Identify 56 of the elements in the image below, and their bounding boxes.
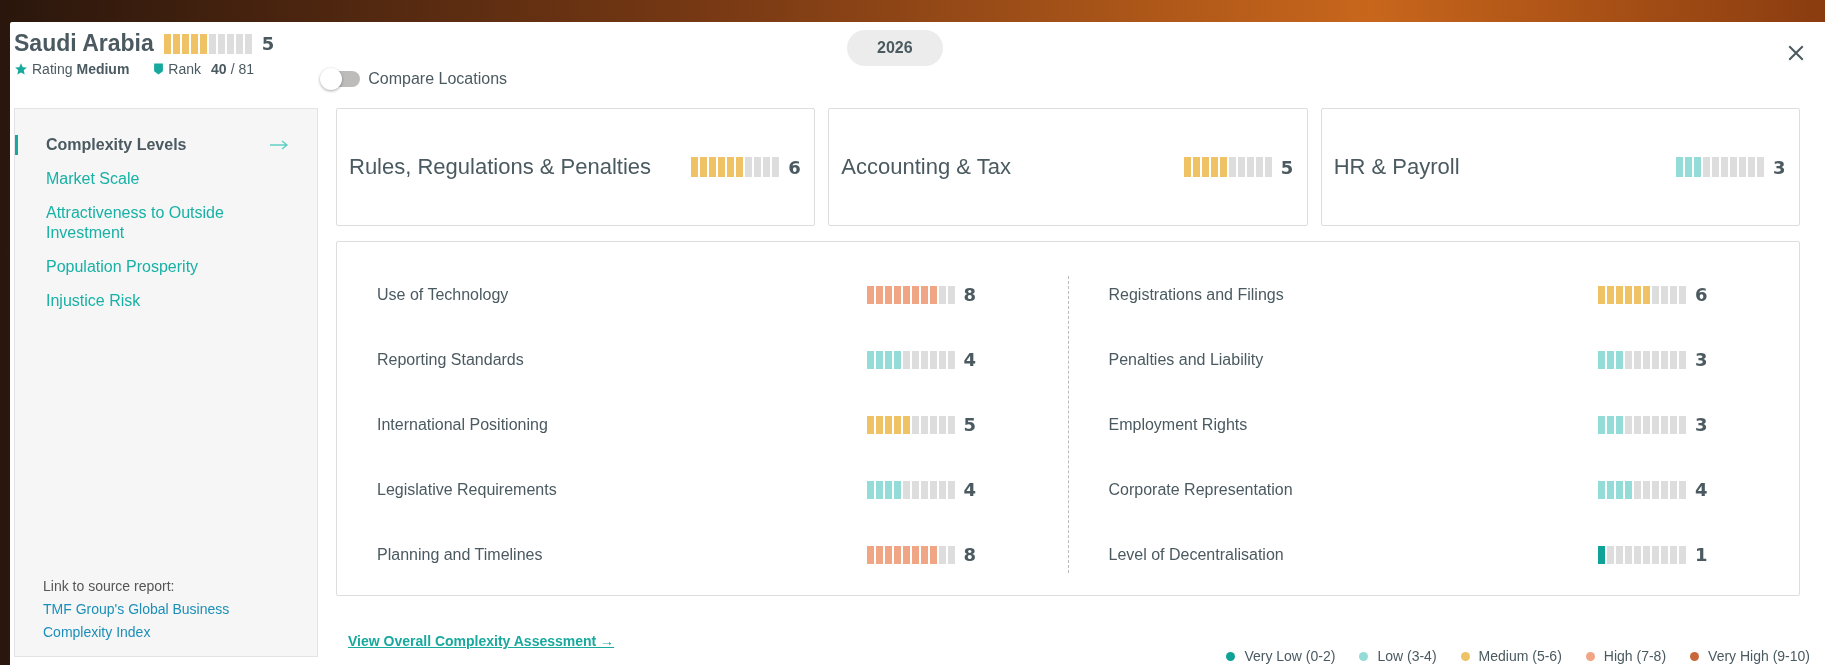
close-icon[interactable] xyxy=(1787,44,1805,62)
indicator-label: Corporate Representation xyxy=(1108,480,1293,499)
legend-label: Very Low (0-2) xyxy=(1244,648,1336,664)
score-value: 3 xyxy=(1695,414,1709,435)
legend-label: High (7-8) xyxy=(1603,648,1667,664)
score-value: 5 xyxy=(261,33,275,54)
score-value: 3 xyxy=(1695,349,1709,370)
score-value: 5 xyxy=(1280,156,1295,178)
score-value: 4 xyxy=(963,479,978,500)
legend-label: Very High (9-10) xyxy=(1708,648,1810,664)
score-value: 8 xyxy=(963,284,978,305)
arrow-icon xyxy=(269,140,289,150)
country-title: Saudi Arabia xyxy=(14,30,154,57)
rank-label: Rank xyxy=(168,61,202,77)
indicator-label: Level of Decentralisation xyxy=(1108,545,1284,564)
indicator-label: Use of Technology xyxy=(377,285,509,304)
indicator-label: Registrations and Filings xyxy=(1108,285,1284,304)
indicator-label: Planning and Timelines xyxy=(377,545,543,564)
category-title: HR & Payroll xyxy=(1333,154,1460,180)
score-value: 6 xyxy=(788,156,802,178)
year-button[interactable]: 2026 xyxy=(847,30,943,66)
category-title: Accounting & Tax xyxy=(841,154,1011,180)
score-value: 4 xyxy=(1695,479,1709,500)
rating-value: Medium xyxy=(76,61,130,77)
score-value: 1 xyxy=(1695,544,1709,565)
indicator-label: Penalties and Liability xyxy=(1108,350,1264,369)
category-card[interactable]: Accounting & Tax 5 xyxy=(828,108,1308,226)
category-card[interactable]: Rules, Regulations & Penalties 6 xyxy=(336,108,816,226)
rating-label: Rating xyxy=(32,61,73,77)
overall-assessment-link[interactable]: View Overall Complexity Assessment → xyxy=(348,633,615,649)
indicator-label: International Positioning xyxy=(377,415,548,434)
sidebar-item[interactable]: Complexity Levels xyxy=(15,135,317,155)
sidebar-item[interactable]: Market Scale xyxy=(15,169,317,189)
source-text: Link to source report: TMF Group's Global Business Complexity Index xyxy=(15,574,317,644)
score-value: 3 xyxy=(1773,156,1787,178)
legend-label: Medium (5-6) xyxy=(1478,648,1562,664)
score-value: 6 xyxy=(1695,284,1709,305)
score-value: 5 xyxy=(963,414,978,435)
compare-label: Compare Locations xyxy=(368,70,508,88)
shield-icon xyxy=(153,62,165,76)
score-value: 8 xyxy=(963,544,978,565)
compare-toggle[interactable] xyxy=(322,71,361,87)
source-link[interactable]: TMF Group's Global Business Complexity Index xyxy=(43,597,297,644)
sidebar-item[interactable]: Attractiveness to Outside Investment xyxy=(15,203,317,243)
star-icon xyxy=(14,62,28,76)
indicator-label: Reporting Standards xyxy=(377,350,524,369)
category-card[interactable]: HR & Payroll 3 xyxy=(1320,108,1800,226)
sidebar-item[interactable]: Injustice Risk xyxy=(15,291,317,311)
legend-label: Low (3-4) xyxy=(1377,648,1437,664)
rank-total: / 81 xyxy=(230,61,254,77)
indicator-label: Employment Rights xyxy=(1108,415,1248,434)
rank-value: 40 xyxy=(211,61,227,77)
sidebar-item[interactable]: Population Prosperity xyxy=(15,257,317,277)
score-value: 4 xyxy=(963,349,978,370)
indicator-label: Legislative Requirements xyxy=(377,480,557,499)
category-title: Rules, Regulations & Penalties xyxy=(349,154,652,180)
